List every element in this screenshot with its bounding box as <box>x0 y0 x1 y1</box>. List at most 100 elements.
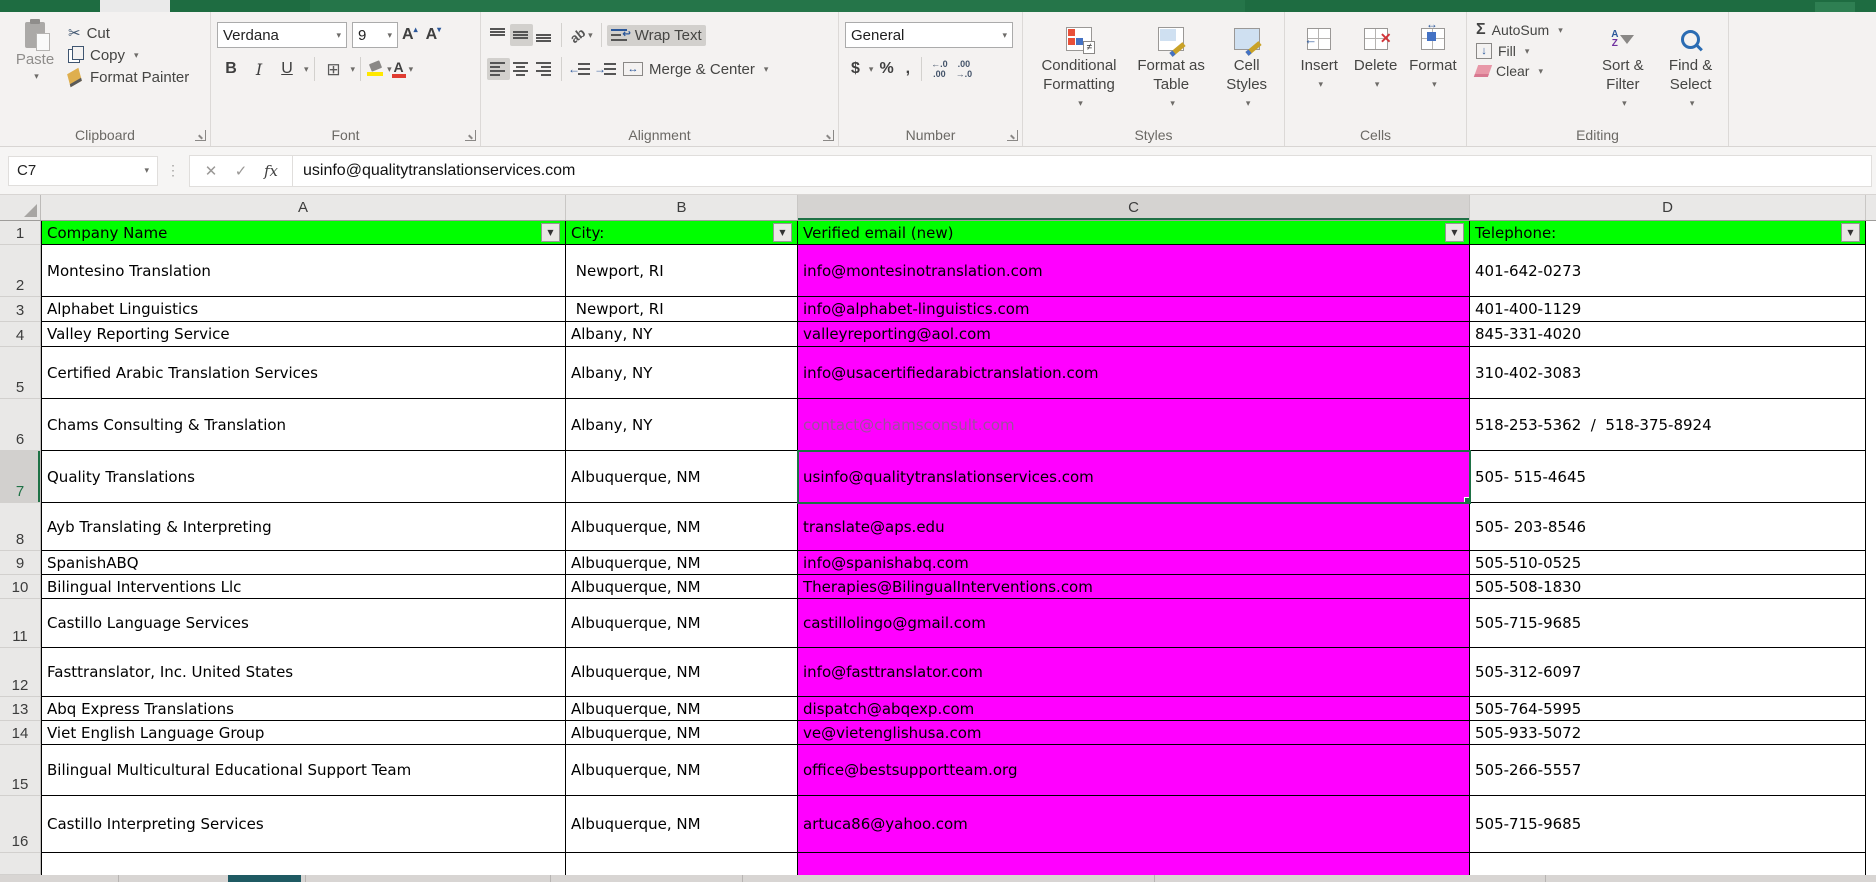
orientation-button[interactable]: ab▾ <box>567 24 596 47</box>
cancel-icon[interactable]: ✕ <box>196 162 226 180</box>
cell-row12-company[interactable]: Fasttranslator, Inc. United States <box>41 648 566 697</box>
cell-row12-city[interactable]: Albuquerque, NM <box>566 648 798 697</box>
row-header-7[interactable]: 7 <box>0 451 41 503</box>
autosum-dropdown-arrow[interactable]: ▾ <box>1558 25 1563 36</box>
number-format-dropdown-arrow[interactable]: ▾ <box>1002 30 1007 41</box>
column-header-C[interactable]: C <box>798 195 1470 220</box>
number-dialog-launcher-icon[interactable] <box>1007 130 1018 141</box>
cell-row4-email[interactable]: valleyreporting@aol.com <box>798 322 1470 347</box>
cell-row13-company[interactable]: Abq Express Translations <box>41 697 566 721</box>
cell-row16-phone[interactable]: 505-715-9685 <box>1470 796 1866 853</box>
selection-fill-handle[interactable] <box>1464 497 1470 503</box>
row-header-10[interactable]: 10 <box>0 575 41 599</box>
clear-dropdown-arrow[interactable]: ▾ <box>1538 66 1543 77</box>
cell-row3-company[interactable]: Alphabet Linguistics <box>41 297 566 322</box>
select-all-corner[interactable] <box>0 195 41 220</box>
accounting-format-button[interactable]: $ <box>845 60 866 78</box>
increase-font-size-button[interactable]: A▴ <box>398 26 422 44</box>
cell-row12-email[interactable]: info@fasttranslator.com <box>798 648 1470 697</box>
format-cells-button[interactable]: Format▾ <box>1404 20 1462 126</box>
fill-button[interactable]: ↓ Fill ▾ <box>1473 42 1589 60</box>
cell-row15-email[interactable]: office@bestsupportteam.org <box>798 745 1470 796</box>
cell-row3-city[interactable]: Newport, RI <box>566 297 798 322</box>
cell-row11-phone[interactable]: 505-715-9685 <box>1470 599 1866 648</box>
decrease-indent-button[interactable] <box>567 59 593 80</box>
number-format-combo[interactable]: General ▾ <box>845 22 1013 48</box>
cell-row4-phone[interactable]: 845-331-4020 <box>1470 322 1866 347</box>
row-header-16[interactable]: 16 <box>0 796 41 853</box>
font-color-icon[interactable]: A <box>392 61 406 78</box>
formula-bar-splitter[interactable]: ⋮ <box>166 162 181 179</box>
cell-row14-company[interactable]: Viet English Language Group <box>41 721 566 745</box>
font-name-dropdown-arrow[interactable]: ▾ <box>336 30 341 41</box>
cell-row13-city[interactable]: Albuquerque, NM <box>566 697 798 721</box>
row-header-12[interactable]: 12 <box>0 648 41 697</box>
bold-button[interactable]: B <box>217 59 245 79</box>
clipboard-dialog-launcher-icon[interactable] <box>195 130 206 141</box>
cell-row5-company[interactable]: Certified Arabic Translation Services <box>41 347 566 399</box>
cell-row16-email[interactable]: artuca86@yahoo.com <box>798 796 1470 853</box>
row-header-4[interactable]: 4 <box>0 322 41 347</box>
cell-row4-company[interactable]: Valley Reporting Service <box>41 322 566 347</box>
header-cell-company[interactable]: Company Name▼ <box>41 221 566 245</box>
font-name-combo[interactable]: Verdana ▾ <box>217 22 347 48</box>
cell-row9-company[interactable]: SpanishABQ <box>41 551 566 575</box>
find-select-button[interactable]: Find & Select▾ <box>1657 20 1724 126</box>
fill-dropdown-arrow[interactable]: ▾ <box>1525 46 1530 57</box>
cell-row10-city[interactable]: Albuquerque, NM <box>566 575 798 599</box>
cell-row5-phone[interactable]: 310-402-3083 <box>1470 347 1866 399</box>
wrap-text-button[interactable]: Wrap Text <box>607 25 706 46</box>
cell-row10-email[interactable]: Therapies@BilingualInterventions.com <box>798 575 1470 599</box>
italic-button[interactable]: I <box>245 59 273 80</box>
borders-dropdown-arrow[interactable]: ▾ <box>351 64 356 75</box>
cell-row3-phone[interactable]: 401-400-1129 <box>1470 297 1866 322</box>
cell-row5-email[interactable]: info@usacertifiedarabictranslation.com <box>798 347 1470 399</box>
cell-row7-city[interactable]: Albuquerque, NM <box>566 451 798 503</box>
sheet-tab-strip[interactable] <box>0 875 1876 882</box>
copy-button[interactable]: Copy ▾ <box>64 45 193 66</box>
cell-row2-email[interactable]: info@montesinotranslation.com <box>798 245 1470 297</box>
cell-row11-company[interactable]: Castillo Language Services <box>41 599 566 648</box>
cell-row4-city[interactable]: Albany, NY <box>566 322 798 347</box>
comma-style-button[interactable]: , <box>900 60 916 78</box>
cell-row2-phone[interactable]: 401-642-0273 <box>1470 245 1866 297</box>
autosum-button[interactable]: Σ AutoSum ▾ <box>1473 20 1589 40</box>
row-header-2[interactable]: 2 <box>0 245 41 297</box>
row-header-6[interactable]: 6 <box>0 399 41 451</box>
clear-button[interactable]: Clear ▾ <box>1473 62 1589 80</box>
cell-row16-city[interactable]: Albuquerque, NM <box>566 796 798 853</box>
borders-icon[interactable]: ⊞ <box>320 60 348 79</box>
cell-row17-company[interactable] <box>41 853 566 875</box>
filter-dropdown-icon-phone[interactable]: ▼ <box>1841 223 1860 242</box>
filter-dropdown-icon-email[interactable]: ▼ <box>1445 223 1464 242</box>
cell-row2-company[interactable]: Montesino Translation <box>41 245 566 297</box>
active-sheet-tab-edge[interactable] <box>228 875 301 882</box>
row-header-8[interactable]: 8 <box>0 503 41 551</box>
name-box-dropdown-arrow[interactable]: ▾ <box>144 165 149 176</box>
column-header-A[interactable]: A <box>41 195 566 220</box>
merge-center-button[interactable]: ↔ Merge & Center ▾ <box>619 59 772 80</box>
cell-row15-city[interactable]: Albuquerque, NM <box>566 745 798 796</box>
decrease-decimal-button[interactable]: .00 →.0 <box>952 59 977 79</box>
cell-row6-phone[interactable]: 518-253-5362 / 518-375-8924 <box>1470 399 1866 451</box>
copy-dropdown-arrow[interactable]: ▾ <box>134 50 139 61</box>
format-as-table-button[interactable]: Format as Table▾ <box>1129 20 1213 126</box>
cell-row14-email[interactable]: ve@vietenglishusa.com <box>798 721 1470 745</box>
cell-row15-phone[interactable]: 505-266-5557 <box>1470 745 1866 796</box>
cell-row5-city[interactable]: Albany, NY <box>566 347 798 399</box>
cell-row6-company[interactable]: Chams Consulting & Translation <box>41 399 566 451</box>
underline-dropdown-arrow[interactable]: ▾ <box>304 64 309 75</box>
font-dialog-launcher-icon[interactable] <box>465 130 476 141</box>
cell-row14-city[interactable]: Albuquerque, NM <box>566 721 798 745</box>
percent-style-button[interactable]: % <box>873 60 899 78</box>
cell-styles-button[interactable]: Cell Styles▾ <box>1213 20 1280 126</box>
cell-row12-phone[interactable]: 505-312-6097 <box>1470 648 1866 697</box>
row-header-3[interactable]: 3 <box>0 297 41 322</box>
filter-dropdown-icon-city[interactable]: ▼ <box>773 223 792 242</box>
paste-dropdown-arrow[interactable]: ▾ <box>34 71 39 82</box>
cell-row7-phone[interactable]: 505- 515-4645 <box>1470 451 1866 503</box>
cell-row10-company[interactable]: Bilingual Interventions Llc <box>41 575 566 599</box>
formula-input[interactable]: usinfo@qualitytranslationservices.com <box>293 155 1872 187</box>
row-header-1[interactable]: 1 <box>0 221 41 245</box>
cell-row14-phone[interactable]: 505-933-5072 <box>1470 721 1866 745</box>
